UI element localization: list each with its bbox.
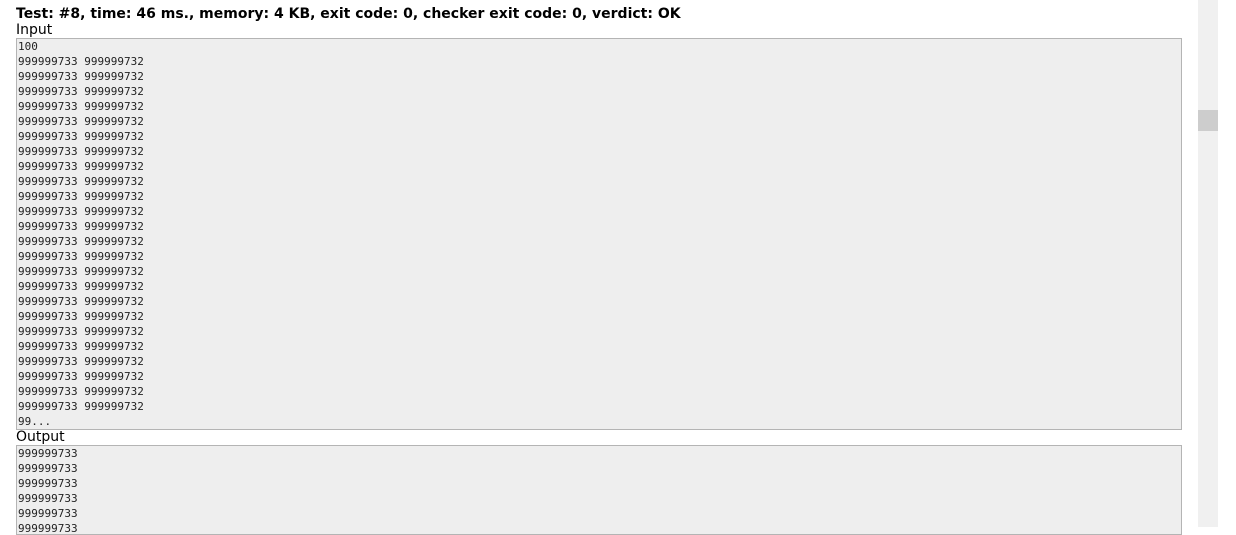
input-line: 999999733 999999732	[18, 160, 144, 173]
input-line: 999999733 999999732	[18, 280, 144, 293]
input-line: 999999733 999999732	[18, 175, 144, 188]
input-line: 999999733 999999732	[18, 370, 144, 383]
output-line: 999999733	[18, 477, 78, 490]
input-line: 999999733 999999732	[18, 85, 144, 98]
input-line: 999999733 999999732	[18, 70, 144, 83]
output-line: 999999733	[18, 522, 78, 535]
input-line: 999999733 999999732	[18, 115, 144, 128]
output-line: 999999733	[18, 507, 78, 520]
input-box[interactable]: 100 999999733 999999732 999999733 99999973…	[16, 38, 1182, 430]
input-line: 999999733 999999732	[18, 100, 144, 113]
output-line: 999999733	[18, 462, 78, 475]
input-label: Input	[16, 22, 53, 38]
output-line: 999999733	[18, 447, 78, 460]
input-line: 999999733 999999732	[18, 235, 144, 248]
input-line: 999999733 999999732	[18, 295, 144, 308]
input-line: 999999733 999999732	[18, 325, 144, 338]
output-box[interactable]: 999999733 999999733 999999733 999999733 9999…	[16, 445, 1182, 535]
test-result: Test: #8, time: 46 ms., memory: 4 KB, ex…	[16, 5, 1182, 535]
input-line: 999999733 999999732	[18, 250, 144, 263]
input-line: 999999733 999999732	[18, 340, 144, 353]
input-line: 999999733 999999732	[18, 205, 144, 218]
input-line: 999999733 999999732	[18, 145, 144, 158]
input-line: 100	[18, 40, 38, 53]
output-label: Output	[16, 429, 65, 445]
input-line: 999999733 999999732	[18, 130, 144, 143]
input-line: 999999733 999999732	[18, 355, 144, 368]
input-line: 999999733 999999732	[18, 265, 144, 278]
scrollbar-track[interactable]	[1198, 0, 1218, 527]
input-line: 999999733 999999732	[18, 400, 144, 413]
input-line: 999999733 999999732	[18, 310, 144, 323]
scrollbar-thumb[interactable]	[1198, 110, 1218, 131]
input-line: 999999733 999999732	[18, 220, 144, 233]
input-line: 999999733 999999732	[18, 385, 144, 398]
input-line: 999999733 999999732	[18, 190, 144, 203]
input-line: 999999733 999999732	[18, 55, 144, 68]
test-header: Test: #8, time: 46 ms., memory: 4 KB, ex…	[16, 6, 681, 22]
output-line: 999999733	[18, 492, 78, 505]
input-line: 99...	[18, 415, 52, 428]
